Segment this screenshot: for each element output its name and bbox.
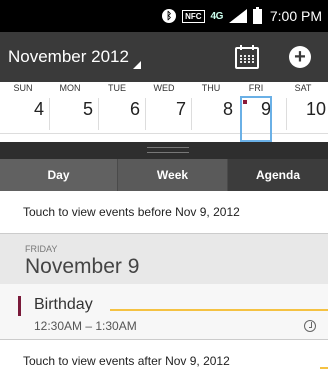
weekday-tue: TUE bbox=[108, 83, 126, 93]
status-bar: ᛒ NFC 4G 7:00 PM bbox=[0, 0, 328, 32]
view-earlier-events-button[interactable]: Touch to view events before Nov 9, 2012 bbox=[0, 191, 328, 234]
signal-icon bbox=[228, 9, 247, 23]
month-selector[interactable]: November 2012 bbox=[8, 47, 141, 69]
date-cell[interactable]: 4 bbox=[2, 99, 48, 120]
weekday-sat: SAT bbox=[294, 83, 312, 93]
date-divider bbox=[49, 98, 50, 130]
weekday-sun: SUN bbox=[13, 83, 33, 93]
nfc-icon: NFC bbox=[182, 9, 205, 23]
calendar-app: ᛒ NFC 4G 7:00 PM November 2012 + SUN MON… bbox=[0, 0, 328, 385]
tab-agenda[interactable]: Agenda bbox=[228, 159, 328, 191]
event-color-bar bbox=[18, 296, 21, 316]
event-duration-line bbox=[110, 309, 328, 311]
edge-indicator bbox=[320, 367, 328, 369]
event-time: 12:30AM – 1:30AM bbox=[34, 319, 137, 333]
event-indicator bbox=[243, 100, 247, 104]
alarm-clock-icon bbox=[304, 320, 316, 332]
plus-icon[interactable]: + bbox=[289, 46, 311, 68]
date-cell[interactable]: 10 bbox=[284, 99, 328, 120]
event-item[interactable]: Birthday 12:30AM – 1:30AM bbox=[0, 284, 328, 340]
day-date-label: November 9 bbox=[25, 255, 140, 278]
agenda-day-header: FRIDAY November 9 bbox=[0, 234, 328, 284]
event-title: Birthday bbox=[34, 296, 93, 313]
date-cell[interactable]: 7 bbox=[144, 99, 190, 120]
date-cell[interactable]: 6 bbox=[98, 99, 144, 120]
day-weekday-label: FRIDAY bbox=[25, 244, 58, 254]
weekday-header-row: SUN MON TUE WED THU FRI SAT bbox=[0, 82, 328, 96]
network-type-icon: 4G bbox=[210, 10, 224, 22]
tab-week[interactable]: Week bbox=[118, 159, 228, 191]
weekday-mon: MON bbox=[59, 83, 81, 93]
calendar-header: November 2012 bbox=[0, 32, 328, 82]
view-tabs: Day Week Agenda bbox=[0, 159, 328, 191]
dropdown-indicator-icon bbox=[132, 61, 141, 69]
week-dates-row: 4 5 6 7 8 9 10 bbox=[0, 96, 328, 134]
bluetooth-icon: ᛒ bbox=[162, 9, 177, 23]
weekday-wed: WED bbox=[153, 83, 175, 93]
view-later-events-button[interactable]: Touch to view events after Nov 9, 2012 bbox=[0, 341, 328, 385]
status-time: 7:00 PM bbox=[269, 8, 322, 24]
date-cell[interactable]: 5 bbox=[51, 99, 97, 120]
tab-day[interactable]: Day bbox=[0, 159, 118, 191]
calendar-icon[interactable] bbox=[235, 45, 259, 69]
month-title: November 2012 bbox=[8, 47, 129, 66]
weekday-fri: FRI bbox=[248, 83, 264, 93]
weekday-thu: THU bbox=[201, 83, 221, 93]
drag-handle-icon[interactable] bbox=[147, 147, 189, 153]
battery-icon bbox=[252, 6, 262, 24]
